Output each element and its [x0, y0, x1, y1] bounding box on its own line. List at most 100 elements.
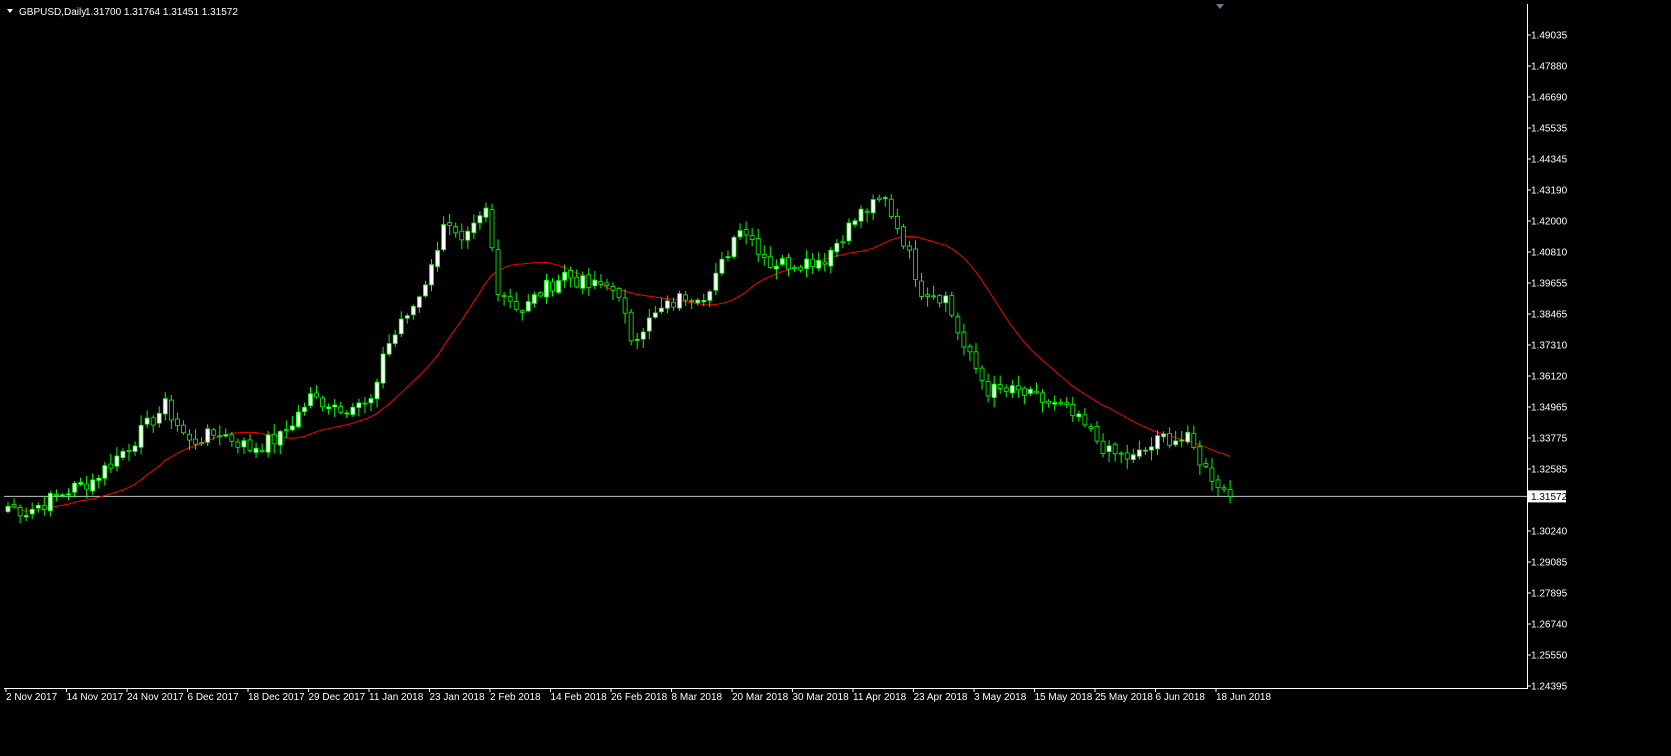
- candle: [1082, 407, 1088, 428]
- candle: [834, 239, 840, 258]
- time-tick-label: 30 Mar 2018: [793, 692, 850, 703]
- candle: [870, 194, 876, 221]
- candle: [150, 415, 156, 433]
- candle-body: [259, 449, 265, 452]
- price-tick-label: 1.42000: [1531, 217, 1568, 228]
- candle: [84, 475, 90, 499]
- candle: [628, 308, 634, 346]
- candle-body: [314, 392, 319, 398]
- candle: [919, 272, 924, 301]
- candle-body: [695, 299, 701, 304]
- candle-body: [1203, 463, 1209, 467]
- candle-body: [271, 433, 277, 445]
- candle-body: [108, 463, 114, 469]
- candle-body: [749, 235, 755, 240]
- candle: [72, 480, 77, 498]
- candle: [477, 211, 483, 230]
- candle: [1173, 430, 1179, 447]
- candle: [646, 308, 652, 340]
- candle: [507, 288, 513, 309]
- candle-body: [289, 425, 295, 431]
- candle-body: [429, 264, 434, 286]
- candle-body: [374, 381, 380, 400]
- candle-body: [725, 256, 731, 259]
- candle-body: [265, 434, 271, 453]
- candle-body: [701, 300, 707, 303]
- candle-body: [525, 301, 531, 312]
- candle: [338, 402, 344, 415]
- triangle-down-icon[interactable]: [7, 9, 13, 13]
- price-chart[interactable]: 1.49035 1.47880 1.46690 1.45535 1.44345 1.431…: [0, 0, 1671, 756]
- candle: [1185, 425, 1191, 445]
- candle-body: [1130, 454, 1136, 461]
- price-axis[interactable]: 1.49035 1.47880 1.46690 1.45535 1.44345 1.431…: [1527, 31, 1568, 693]
- candle: [126, 443, 132, 461]
- candle: [302, 402, 307, 416]
- candle-body: [507, 296, 513, 302]
- candle: [289, 416, 295, 432]
- candle-body: [531, 294, 537, 304]
- moving-average-layer: [7, 235, 1231, 512]
- price-tick-label: 1.38465: [1531, 310, 1568, 321]
- candle-body: [568, 270, 574, 279]
- candle-body: [901, 226, 906, 247]
- candle-body: [1124, 452, 1130, 460]
- candle: [737, 223, 743, 240]
- candle: [1130, 448, 1136, 464]
- candle-body: [1209, 467, 1215, 482]
- time-tick-label: 6 Dec 2017: [188, 692, 240, 703]
- candle: [1191, 425, 1197, 450]
- candle: [1058, 398, 1064, 406]
- candle: [1124, 444, 1130, 469]
- chart-shift-marker-icon[interactable]: [1216, 4, 1224, 9]
- candle-body: [435, 250, 440, 267]
- candle-body: [447, 222, 453, 226]
- candle-body: [168, 399, 174, 421]
- candle-body: [1112, 443, 1118, 455]
- candle: [955, 312, 961, 341]
- current-price-tag: 1.31572: [1528, 490, 1568, 503]
- candle: [1149, 437, 1154, 461]
- candle-body: [610, 286, 616, 291]
- candle-body: [586, 274, 592, 289]
- candle: [223, 428, 229, 438]
- time-tick-label: 2 Nov 2017: [6, 692, 58, 703]
- candle: [1015, 375, 1021, 398]
- candle: [205, 424, 211, 446]
- candle: [471, 214, 477, 240]
- candle: [961, 323, 967, 356]
- candle: [622, 288, 628, 324]
- chart-window[interactable]: 1.49035 1.47880 1.46690 1.45535 1.44345 1.431…: [0, 0, 1671, 756]
- candle: [199, 437, 205, 446]
- candle-body: [677, 293, 682, 309]
- time-tick-label: 11 Apr 2018: [853, 692, 907, 703]
- symbol-header[interactable]: GBPUSD,Daily 1.31700 1.31764 1.31451 1.3…: [7, 7, 238, 18]
- candle-body: [356, 402, 362, 408]
- candle-body: [513, 301, 519, 310]
- candle: [513, 292, 519, 312]
- candle: [1227, 480, 1233, 504]
- candle: [816, 252, 822, 271]
- time-axis[interactable]: 2 Nov 2017 14 Nov 2017 24 Nov 2017 6 Dec 20…: [5, 688, 1271, 703]
- candle-body: [1015, 385, 1021, 391]
- candle-body: [23, 515, 29, 518]
- candle-body: [1064, 402, 1070, 405]
- candle-body: [640, 331, 646, 340]
- price-tick-label: 1.34965: [1531, 403, 1568, 414]
- candle-body: [689, 300, 695, 303]
- candle: [683, 291, 688, 306]
- candle: [525, 294, 531, 313]
- candle: [168, 395, 174, 429]
- candle-body: [253, 447, 259, 453]
- candle-body: [102, 465, 108, 479]
- candle-body: [1143, 449, 1148, 452]
- candle: [634, 332, 640, 349]
- candle: [392, 329, 398, 347]
- candle-body: [598, 281, 604, 285]
- candle-body: [550, 281, 555, 292]
- candle-body: [471, 222, 477, 233]
- time-tick-label: 20 Mar 2018: [732, 692, 789, 703]
- candle: [822, 253, 828, 272]
- time-tick-label: 18 Jun 2018: [1216, 692, 1271, 703]
- candle-body: [459, 230, 465, 241]
